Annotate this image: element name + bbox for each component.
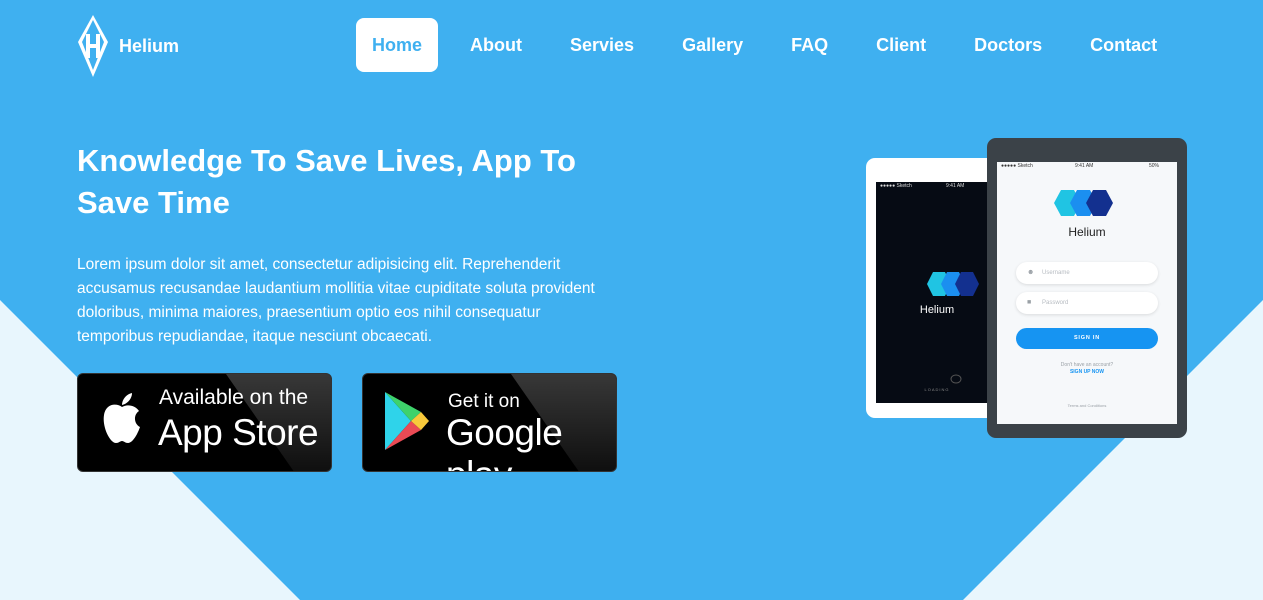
splash-app-name: Helium xyxy=(919,304,955,316)
sign-up-link[interactable]: SIGN UP NOW xyxy=(997,369,1177,375)
username-placeholder: Username xyxy=(1042,270,1070,276)
sign-in-button[interactable]: SIGN IN xyxy=(1016,328,1158,349)
status-bar: ●●●●● Sketch 9:41 AM 50% xyxy=(997,162,1177,170)
status-carrier: ●●●●● Sketch xyxy=(1001,163,1033,169)
splash-screen: ●●●●● Sketch 9:41 AM Helium LOADING xyxy=(876,182,998,403)
app-store-button[interactable]: Available on the App Store xyxy=(77,373,332,472)
tablet-login-mockup: ●●●●● Sketch 9:41 AM 50% Helium ☻ Userna… xyxy=(987,138,1187,438)
terms-link[interactable]: Terms and Conditions xyxy=(997,403,1177,408)
username-field[interactable]: ☻ Username xyxy=(1016,262,1158,284)
nav-item-gallery[interactable]: Gallery xyxy=(666,18,759,72)
apple-icon xyxy=(103,393,140,443)
hero-description: Lorem ipsum dolor sit amet, consectetur … xyxy=(77,256,595,345)
user-icon: ☻ xyxy=(1027,269,1035,276)
brand-name: Helium xyxy=(119,35,180,56)
lock-icon: ■ xyxy=(1027,299,1032,306)
status-time: 9:41 AM xyxy=(946,183,965,189)
status-battery: 50% xyxy=(1149,163,1160,169)
hero-title-line2: Save Time xyxy=(77,185,230,220)
app-store-big-text: App Store xyxy=(158,412,319,453)
nav-item-client[interactable]: Client xyxy=(860,18,942,72)
diamond-h-logo-icon xyxy=(78,15,108,77)
login-screen: ●●●●● Sketch 9:41 AM 50% Helium ☻ Userna… xyxy=(997,162,1177,424)
hero-title: Knowledge To Save Lives, App To Save Tim… xyxy=(77,140,637,224)
loading-text: LOADING xyxy=(924,387,950,392)
login-app-name: Helium xyxy=(1068,225,1106,239)
tablet-splash-mockup: ●●●●● Sketch 9:41 AM Helium LOADING xyxy=(866,158,998,418)
status-bar: ●●●●● Sketch 9:41 AM xyxy=(876,182,998,190)
nav-item-services[interactable]: Servies xyxy=(554,18,650,72)
nav-item-faq[interactable]: FAQ xyxy=(775,18,844,72)
navbar: Helium Home About Servies Gallery FAQ Cl… xyxy=(0,0,1263,90)
status-time: 9:41 AM xyxy=(1075,163,1094,169)
google-play-button[interactable]: Get it on Google play xyxy=(362,373,617,472)
google-play-small-text: Get it on xyxy=(448,391,520,412)
helium-hexagons-icon xyxy=(1054,190,1113,216)
no-account-text: Don't have an account? xyxy=(1060,362,1114,368)
status-carrier: ●●●●● Sketch xyxy=(880,183,912,189)
helium-hexagons-icon xyxy=(927,272,979,296)
nav-item-about[interactable]: About xyxy=(454,18,538,72)
main-nav: Home About Servies Gallery FAQ Client Do… xyxy=(356,18,1173,72)
loading-spinner-icon xyxy=(950,374,962,384)
password-field[interactable]: ■ Password xyxy=(1016,292,1158,314)
google-play-big-text: Google play xyxy=(446,412,563,471)
brand[interactable]: Helium xyxy=(76,14,179,78)
app-store-small-text: Available on the xyxy=(159,386,309,409)
nav-item-contact[interactable]: Contact xyxy=(1074,18,1173,72)
hero-title-line1: Knowledge To Save Lives, App To xyxy=(77,143,576,178)
nav-item-doctors[interactable]: Doctors xyxy=(958,18,1058,72)
nav-item-home[interactable]: Home xyxy=(356,18,439,72)
password-placeholder: Password xyxy=(1042,300,1069,306)
google-play-icon xyxy=(385,392,429,450)
